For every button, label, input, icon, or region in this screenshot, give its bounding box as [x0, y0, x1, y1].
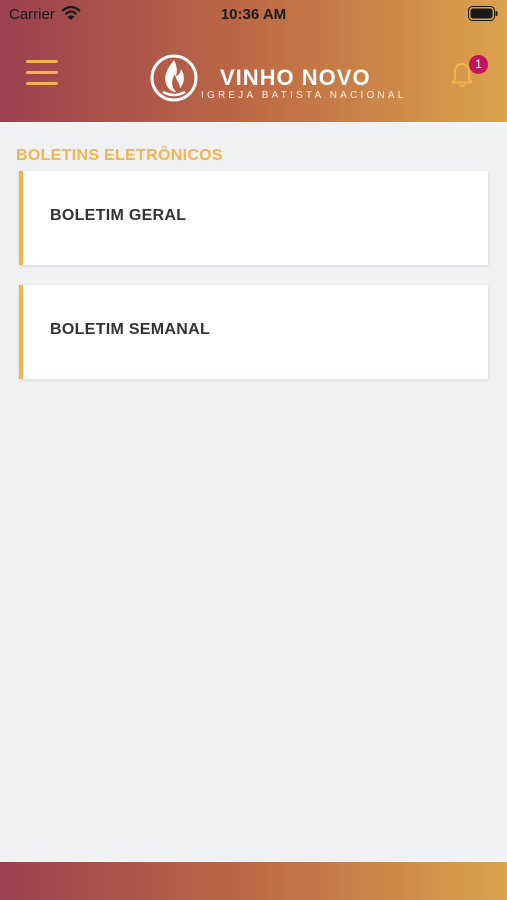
menu-icon[interactable] — [26, 60, 60, 86]
notification-badge[interactable]: 1 — [469, 55, 488, 74]
bulletin-card-geral[interactable]: BOLETIM GERAL — [19, 171, 488, 265]
logo: VINHO NOVO IGREJA BATISTA NACIONAL — [150, 54, 403, 106]
logo-mark — [150, 54, 198, 102]
logo-title: VINHO NOVO — [220, 65, 371, 90]
section-title: BOLETINS ELETRÔNICOS — [16, 147, 223, 164]
bulletin-card-semanal[interactable]: BOLETIM SEMANAL — [19, 285, 488, 379]
footer-bar — [0, 862, 507, 900]
bulletin-card-label: BOLETIM GERAL — [50, 207, 187, 224]
app-header: Carrier 10:36 AM VINHO NOVO IGREJA BATIS… — [0, 0, 507, 122]
battery-icon — [468, 6, 498, 21]
bulletin-card-label: BOLETIM SEMANAL — [50, 321, 211, 338]
logo-subtitle: IGREJA BATISTA NACIONAL — [201, 90, 407, 101]
status-time: 10:36 AM — [220, 6, 287, 23]
status-bar: Carrier 10:36 AM — [0, 0, 507, 28]
